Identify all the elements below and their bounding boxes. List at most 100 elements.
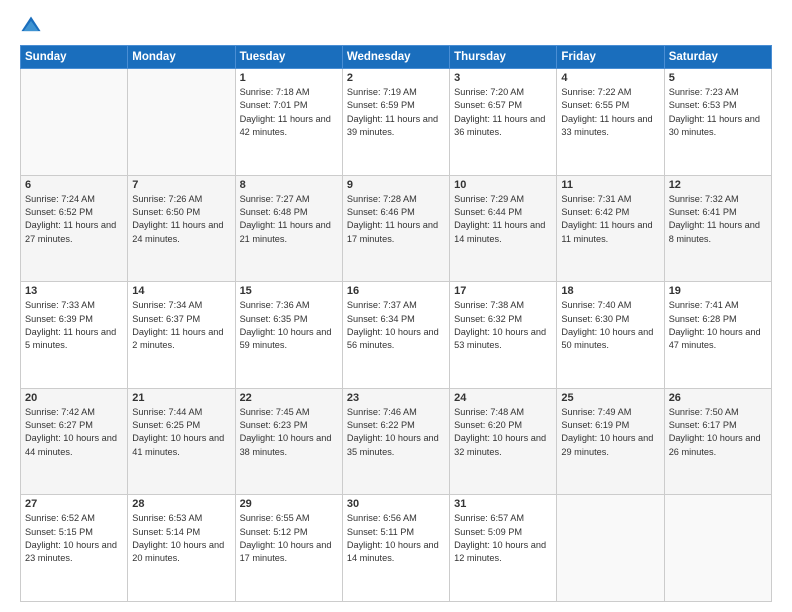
- day-number: 3: [454, 72, 552, 84]
- calendar-cell: 29 Sunrise: 6:55 AM Sunset: 5:12 PM Dayli…: [235, 495, 342, 602]
- day-number: 14: [132, 285, 230, 297]
- day-number: 25: [561, 392, 659, 404]
- day-info: Sunrise: 6:55 AM Sunset: 5:12 PM Dayligh…: [240, 512, 338, 565]
- day-info: Sunrise: 7:28 AM Sunset: 6:46 PM Dayligh…: [347, 193, 445, 246]
- day-info: Sunrise: 7:19 AM Sunset: 6:59 PM Dayligh…: [347, 86, 445, 139]
- calendar-cell: [21, 69, 128, 176]
- calendar-week-row: 13 Sunrise: 7:33 AM Sunset: 6:39 PM Dayli…: [21, 282, 772, 389]
- day-info: Sunrise: 7:42 AM Sunset: 6:27 PM Dayligh…: [25, 406, 123, 459]
- calendar-cell: 21 Sunrise: 7:44 AM Sunset: 6:25 PM Dayli…: [128, 388, 235, 495]
- day-info: Sunrise: 7:18 AM Sunset: 7:01 PM Dayligh…: [240, 86, 338, 139]
- day-number: 5: [669, 72, 767, 84]
- day-number: 1: [240, 72, 338, 84]
- header: [20, 15, 772, 37]
- calendar-cell: 6 Sunrise: 7:24 AM Sunset: 6:52 PM Daylig…: [21, 175, 128, 282]
- calendar-week-row: 27Sunrise: 6:52 AM Sunset: 5:15 PM Dayli…: [21, 495, 772, 602]
- day-info: Sunrise: 7:41 AM Sunset: 6:28 PM Dayligh…: [669, 299, 767, 352]
- calendar-cell: 4 Sunrise: 7:22 AM Sunset: 6:55 PM Daylig…: [557, 69, 664, 176]
- calendar-cell: 24 Sunrise: 7:48 AM Sunset: 6:20 PM Dayli…: [450, 388, 557, 495]
- day-number: 21: [132, 392, 230, 404]
- calendar-cell: 7 Sunrise: 7:26 AM Sunset: 6:50 PM Daylig…: [128, 175, 235, 282]
- day-number: 6: [25, 179, 123, 191]
- calendar-cell: 25 Sunrise: 7:49 AM Sunset: 6:19 PM Dayli…: [557, 388, 664, 495]
- day-number: 2: [347, 72, 445, 84]
- calendar-cell: 11 Sunrise: 7:31 AM Sunset: 6:42 PM Dayli…: [557, 175, 664, 282]
- calendar-cell: 2 Sunrise: 7:19 AM Sunset: 6:59 PM Daylig…: [342, 69, 449, 176]
- calendar-cell: 10 Sunrise: 7:29 AM Sunset: 6:44 PM Dayli…: [450, 175, 557, 282]
- day-number: 4: [561, 72, 659, 84]
- day-info: Sunrise: 7:49 AM Sunset: 6:19 PM Dayligh…: [561, 406, 659, 459]
- calendar-cell: 8Sunrise: 7:27 AM Sunset: 6:48 PM Daylig…: [235, 175, 342, 282]
- calendar-cell: 31 Sunrise: 6:57 AM Sunset: 5:09 PM Dayli…: [450, 495, 557, 602]
- calendar-cell: 18Sunrise: 7:40 AM Sunset: 6:30 PM Dayli…: [557, 282, 664, 389]
- calendar-cell: 5 Sunrise: 7:23 AM Sunset: 6:53 PM Daylig…: [664, 69, 771, 176]
- day-number: 12: [669, 179, 767, 191]
- day-info: Sunrise: 7:26 AM Sunset: 6:50 PM Dayligh…: [132, 193, 230, 246]
- calendar-cell: 22 Sunrise: 7:45 AM Sunset: 6:23 PM Dayli…: [235, 388, 342, 495]
- calendar-cell: 9 Sunrise: 7:28 AM Sunset: 6:46 PM Daylig…: [342, 175, 449, 282]
- calendar-cell: 19Sunrise: 7:41 AM Sunset: 6:28 PM Dayli…: [664, 282, 771, 389]
- calendar-cell: 16 Sunrise: 7:37 AM Sunset: 6:34 PM Dayli…: [342, 282, 449, 389]
- calendar-week-row: 20 Sunrise: 7:42 AM Sunset: 6:27 PM Dayli…: [21, 388, 772, 495]
- calendar-week-row: 6 Sunrise: 7:24 AM Sunset: 6:52 PM Daylig…: [21, 175, 772, 282]
- day-info: Sunrise: 6:53 AM Sunset: 5:14 PM Dayligh…: [132, 512, 230, 565]
- day-info: Sunrise: 6:56 AM Sunset: 5:11 PM Dayligh…: [347, 512, 445, 565]
- day-number: 28: [132, 498, 230, 510]
- day-number: 17: [454, 285, 552, 297]
- calendar-header-row: SundayMondayTuesdayWednesdayThursdayFrid…: [21, 46, 772, 69]
- day-number: 24: [454, 392, 552, 404]
- day-info: Sunrise: 6:52 AM Sunset: 5:15 PM Dayligh…: [25, 512, 123, 565]
- calendar-cell: 12Sunrise: 7:32 AM Sunset: 6:41 PM Dayli…: [664, 175, 771, 282]
- day-number: 16: [347, 285, 445, 297]
- calendar-cell: 3 Sunrise: 7:20 AM Sunset: 6:57 PM Daylig…: [450, 69, 557, 176]
- calendar-cell: 20 Sunrise: 7:42 AM Sunset: 6:27 PM Dayli…: [21, 388, 128, 495]
- day-number: 7: [132, 179, 230, 191]
- day-info: Sunrise: 6:57 AM Sunset: 5:09 PM Dayligh…: [454, 512, 552, 565]
- calendar-cell: [128, 69, 235, 176]
- calendar-cell: 28 Sunrise: 6:53 AM Sunset: 5:14 PM Dayli…: [128, 495, 235, 602]
- calendar-cell: 26 Sunrise: 7:50 AM Sunset: 6:17 PM Dayli…: [664, 388, 771, 495]
- weekday-header: Sunday: [21, 46, 128, 69]
- calendar-cell: 1 Sunrise: 7:18 AM Sunset: 7:01 PM Daylig…: [235, 69, 342, 176]
- day-info: Sunrise: 7:45 AM Sunset: 6:23 PM Dayligh…: [240, 406, 338, 459]
- logo: [20, 15, 46, 37]
- page: SundayMondayTuesdayWednesdayThursdayFrid…: [0, 0, 792, 612]
- weekday-header: Tuesday: [235, 46, 342, 69]
- day-number: 29: [240, 498, 338, 510]
- day-number: 11: [561, 179, 659, 191]
- day-info: Sunrise: 7:46 AM Sunset: 6:22 PM Dayligh…: [347, 406, 445, 459]
- calendar-cell: 30 Sunrise: 6:56 AM Sunset: 5:11 PM Dayli…: [342, 495, 449, 602]
- day-number: 13: [25, 285, 123, 297]
- day-number: 26: [669, 392, 767, 404]
- day-info: Sunrise: 7:23 AM Sunset: 6:53 PM Dayligh…: [669, 86, 767, 139]
- weekday-header: Wednesday: [342, 46, 449, 69]
- day-info: Sunrise: 7:31 AM Sunset: 6:42 PM Dayligh…: [561, 193, 659, 246]
- day-info: Sunrise: 7:22 AM Sunset: 6:55 PM Dayligh…: [561, 86, 659, 139]
- day-number: 10: [454, 179, 552, 191]
- day-info: Sunrise: 7:20 AM Sunset: 6:57 PM Dayligh…: [454, 86, 552, 139]
- day-info: Sunrise: 7:29 AM Sunset: 6:44 PM Dayligh…: [454, 193, 552, 246]
- logo-icon: [20, 15, 42, 37]
- day-info: Sunrise: 7:36 AM Sunset: 6:35 PM Dayligh…: [240, 299, 338, 352]
- day-info: Sunrise: 7:24 AM Sunset: 6:52 PM Dayligh…: [25, 193, 123, 246]
- day-number: 31: [454, 498, 552, 510]
- day-number: 20: [25, 392, 123, 404]
- day-info: Sunrise: 7:44 AM Sunset: 6:25 PM Dayligh…: [132, 406, 230, 459]
- day-number: 18: [561, 285, 659, 297]
- day-number: 30: [347, 498, 445, 510]
- day-info: Sunrise: 7:50 AM Sunset: 6:17 PM Dayligh…: [669, 406, 767, 459]
- day-number: 22: [240, 392, 338, 404]
- weekday-header: Thursday: [450, 46, 557, 69]
- calendar-cell: [557, 495, 664, 602]
- weekday-header: Monday: [128, 46, 235, 69]
- day-info: Sunrise: 7:33 AM Sunset: 6:39 PM Dayligh…: [25, 299, 123, 352]
- weekday-header: Saturday: [664, 46, 771, 69]
- calendar-cell: 15Sunrise: 7:36 AM Sunset: 6:35 PM Dayli…: [235, 282, 342, 389]
- day-info: Sunrise: 7:38 AM Sunset: 6:32 PM Dayligh…: [454, 299, 552, 352]
- day-info: Sunrise: 7:48 AM Sunset: 6:20 PM Dayligh…: [454, 406, 552, 459]
- calendar-cell: 23Sunrise: 7:46 AM Sunset: 6:22 PM Dayli…: [342, 388, 449, 495]
- calendar-cell: 14Sunrise: 7:34 AM Sunset: 6:37 PM Dayli…: [128, 282, 235, 389]
- calendar-table: SundayMondayTuesdayWednesdayThursdayFrid…: [20, 45, 772, 602]
- day-number: 9: [347, 179, 445, 191]
- day-info: Sunrise: 7:37 AM Sunset: 6:34 PM Dayligh…: [347, 299, 445, 352]
